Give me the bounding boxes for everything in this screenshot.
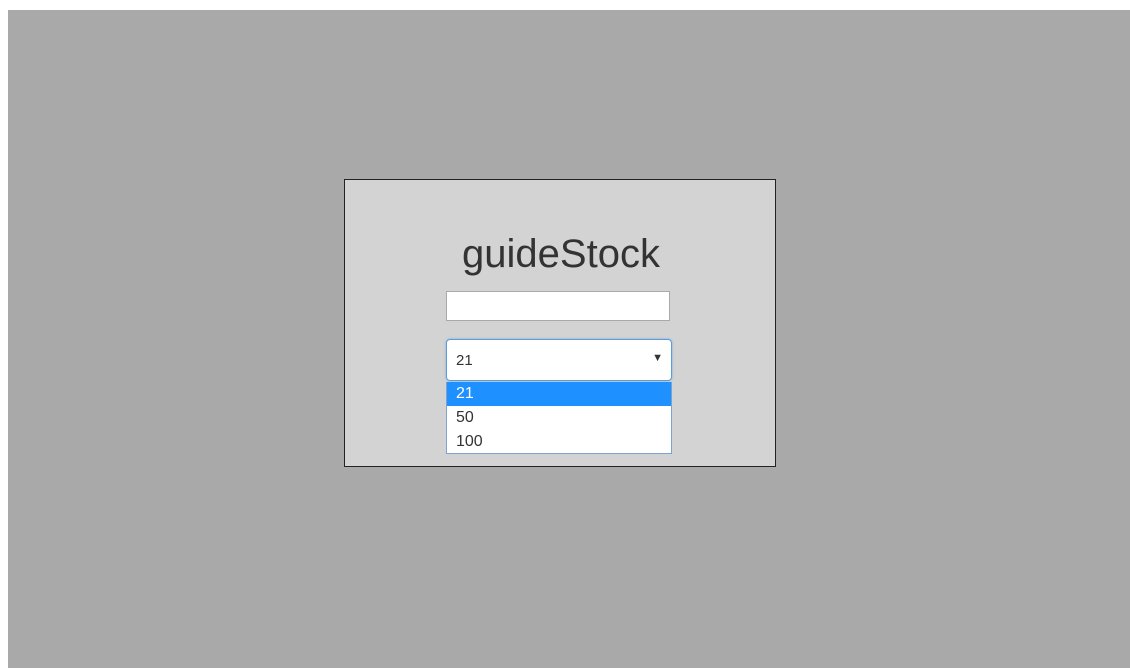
page-background: guideStock 21 ▼ 21 50 100 xyxy=(8,10,1130,668)
option-50[interactable]: 50 xyxy=(447,406,671,430)
page-size-select[interactable]: 21 ▼ xyxy=(446,339,672,381)
login-panel: guideStock 21 ▼ 21 50 100 xyxy=(344,179,776,467)
app-title: guideStock xyxy=(462,232,660,276)
option-100[interactable]: 100 xyxy=(447,430,671,454)
search-input[interactable] xyxy=(446,291,670,321)
caret-down-icon[interactable]: ▼ xyxy=(652,352,663,364)
page-size-options: 21 50 100 xyxy=(446,382,672,454)
option-21[interactable]: 21 xyxy=(447,382,671,406)
page-size-selected-value: 21 xyxy=(456,352,473,369)
